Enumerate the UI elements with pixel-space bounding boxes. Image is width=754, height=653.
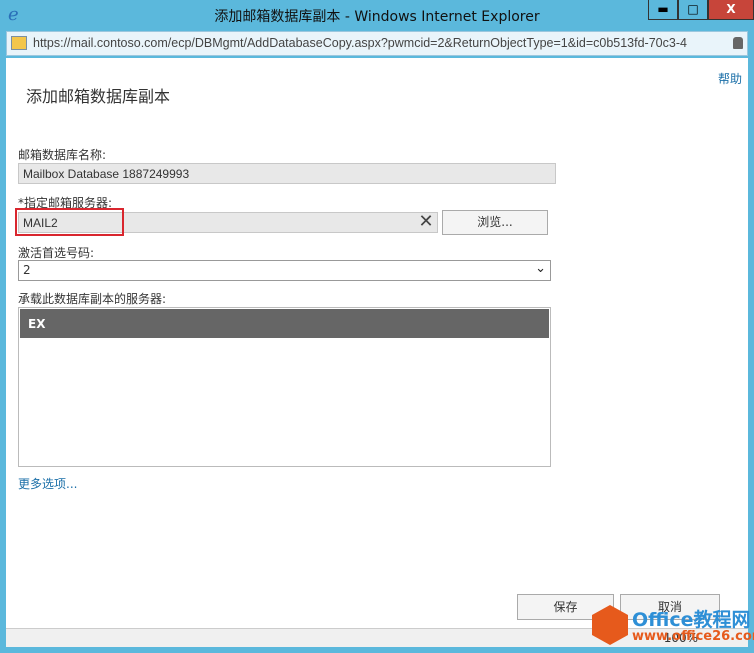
page-title: 添加邮箱数据库副本 [26, 87, 171, 106]
preference-select[interactable]: 2 ⌄ [18, 260, 551, 281]
list-item[interactable]: EX [20, 309, 549, 338]
help-link[interactable]: 帮助 [718, 70, 742, 87]
title-bar: e 添加邮箱数据库副本 - Windows Internet Explorer … [0, 0, 754, 30]
clear-icon[interactable]: ✕ [416, 212, 436, 232]
db-name-field: Mailbox Database 1887249993 [18, 163, 556, 184]
watermark-logo: Office教程网 www.office26.com [592, 603, 754, 651]
watermark-url: www.office26.com [632, 629, 754, 644]
address-bar[interactable]: https://mail.contoso.com/ecp/DBMgmt/AddD… [6, 31, 748, 56]
page-icon [11, 36, 27, 50]
window-title: 添加邮箱数据库副本 - Windows Internet Explorer [214, 9, 540, 25]
url-text: https://mail.contoso.com/ecp/DBMgmt/AddD… [33, 36, 687, 50]
highlight-box [15, 208, 124, 236]
preference-label: 激活首选号码: [18, 246, 95, 260]
dialog-content: 帮助 添加邮箱数据库副本 邮箱数据库名称: Mailbox Database 1… [6, 58, 748, 628]
lock-icon[interactable] [733, 37, 743, 49]
minimize-button[interactable]: ▬ [648, 0, 678, 20]
chevron-down-icon: ⌄ [535, 261, 546, 276]
close-button[interactable]: X [708, 0, 754, 20]
more-options-link[interactable]: 更多选项... [18, 475, 77, 492]
hosts-list[interactable]: EX [18, 307, 551, 467]
db-name-label: 邮箱数据库名称: [18, 148, 107, 162]
hosts-label: 承载此数据库副本的服务器: [18, 292, 167, 306]
office-logo-icon [592, 605, 628, 645]
preference-value: 2 [23, 263, 31, 277]
browse-button[interactable]: 浏览... [442, 210, 548, 235]
maximize-button[interactable]: □ [678, 0, 708, 20]
watermark-title: Office教程网 [632, 609, 751, 631]
